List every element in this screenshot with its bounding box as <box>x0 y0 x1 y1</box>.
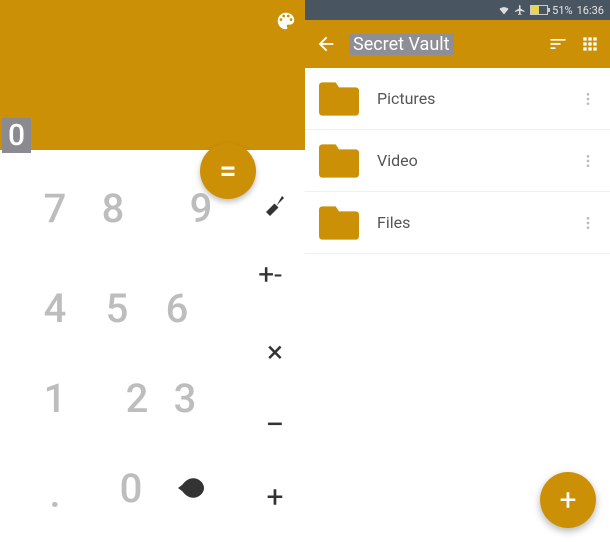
folder-icon <box>319 206 359 240</box>
folder-item-pictures[interactable]: Pictures <box>305 68 610 130</box>
key-9[interactable]: 9 <box>176 185 226 232</box>
airplane-icon <box>514 4 526 16</box>
wifi-icon <box>498 4 510 16</box>
folder-label: Video <box>377 151 562 170</box>
grid-view-icon[interactable] <box>580 34 600 54</box>
key-2[interactable]: 2 <box>112 375 162 422</box>
key-0[interactable]: 0 <box>106 465 156 512</box>
battery-percent: 51% <box>552 4 572 17</box>
calculator-display-area: 0 <box>0 0 305 150</box>
folder-list: Pictures Video Files <box>305 68 610 254</box>
folder-icon <box>319 144 359 178</box>
sort-icon[interactable] <box>548 34 568 54</box>
app-bar: Secret Vault <box>305 20 610 68</box>
vault-screen: 51% 16:36 Secret Vault Pictures Video <box>305 0 610 542</box>
add-button[interactable]: + <box>255 480 295 515</box>
key-dot[interactable]: . <box>30 470 80 517</box>
key-5[interactable]: 5 <box>92 285 142 332</box>
battery-icon <box>530 5 548 15</box>
back-icon[interactable] <box>315 33 337 55</box>
folder-item-video[interactable]: Video <box>305 130 610 192</box>
calculator-keypad: 7 8 9 4 5 6 1 2 3 . 0 +- × − + <box>0 185 305 542</box>
key-1[interactable]: 1 <box>30 375 80 422</box>
folder-label: Pictures <box>377 89 562 108</box>
calculator-screen: 0 = 7 8 9 4 5 6 1 2 3 . 0 +- × − + <box>0 0 305 542</box>
palette-icon[interactable] <box>275 10 297 32</box>
clear-button[interactable] <box>255 190 295 225</box>
status-bar: 51% 16:36 <box>305 0 610 20</box>
key-6[interactable]: 6 <box>152 285 202 332</box>
add-button[interactable]: + <box>540 472 596 528</box>
backspace-icon <box>178 478 204 498</box>
more-icon[interactable] <box>580 91 596 107</box>
broom-icon <box>263 193 287 217</box>
add-label: + <box>559 483 576 518</box>
plus-minus-button[interactable]: +- <box>250 258 290 291</box>
folder-item-files[interactable]: Files <box>305 192 610 254</box>
more-icon[interactable] <box>580 215 596 231</box>
equals-label: = <box>219 154 236 189</box>
page-title: Secret Vault <box>349 34 454 55</box>
subtract-button[interactable]: − <box>255 405 295 445</box>
key-4[interactable]: 4 <box>30 285 80 332</box>
more-icon[interactable] <box>580 153 596 169</box>
folder-label: Files <box>377 213 562 232</box>
clock: 16:36 <box>577 4 604 17</box>
key-7[interactable]: 7 <box>30 185 80 232</box>
folder-icon <box>319 82 359 116</box>
calculator-display: 0 <box>2 118 31 153</box>
key-8[interactable]: 8 <box>88 185 138 232</box>
backspace-button[interactable] <box>178 478 204 502</box>
multiply-button[interactable]: × <box>255 335 295 370</box>
key-3[interactable]: 3 <box>160 375 210 422</box>
